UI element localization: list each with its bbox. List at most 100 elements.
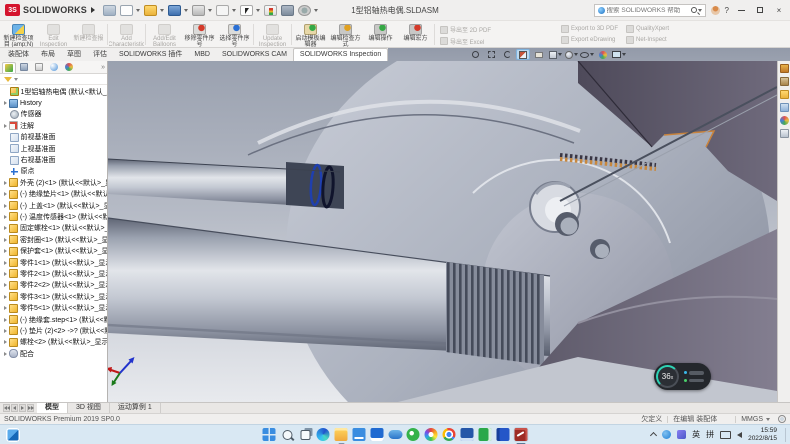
edit-inspection-method-button[interactable]: 编辑检查方式 — [328, 22, 363, 47]
tree-item-part[interactable]: 固定螺栓<1> (默认<<默认>_显示 — [0, 223, 107, 234]
app-green-icon[interactable] — [406, 427, 421, 442]
expand-arrow-icon[interactable] — [4, 261, 7, 265]
volume-icon[interactable] — [737, 432, 742, 438]
resources-home-icon[interactable] — [780, 64, 789, 73]
app-reader-icon[interactable] — [460, 427, 475, 442]
mail-icon[interactable] — [352, 427, 367, 442]
tree-item-part[interactable]: 零件2<1> (默认<<默认>_显示状 — [0, 268, 107, 279]
save-icon[interactable] — [168, 5, 181, 16]
tab-3d-views[interactable]: 3D 视图 — [68, 403, 110, 413]
home-icon[interactable] — [103, 5, 116, 16]
tree-item-origin[interactable]: 原点 — [0, 166, 107, 177]
widgets-icon[interactable] — [6, 428, 20, 442]
expand-arrow-icon[interactable] — [4, 181, 7, 185]
appearances-scenes-icon[interactable] — [780, 116, 789, 125]
new-doc-icon[interactable] — [120, 5, 133, 16]
edit-appearance-icon[interactable] — [596, 49, 610, 60]
tab-scroll-prev-icon[interactable] — [11, 404, 18, 412]
tab-mbd[interactable]: MBD — [188, 48, 216, 61]
launch-template-editor-button[interactable]: 启动模板编辑器 — [293, 22, 328, 47]
select-dropdown-icon[interactable] — [256, 9, 260, 12]
tab-property-manager[interactable] — [17, 62, 31, 73]
menu-flyout-arrow-icon[interactable] — [91, 7, 95, 13]
expand-arrow-icon[interactable] — [4, 352, 7, 356]
status-tag-icon[interactable] — [778, 415, 786, 423]
design-library-icon[interactable] — [780, 77, 789, 86]
qualityxpert-button[interactable]: QualityXpert — [626, 25, 669, 33]
tab-configuration-manager[interactable] — [32, 62, 46, 73]
edit-macro-button[interactable]: 编辑宏方 — [398, 22, 433, 47]
zoom-area-icon[interactable] — [484, 49, 498, 60]
options-dropdown-icon[interactable] — [314, 9, 318, 12]
edit-operation-button[interactable]: 编辑操作 — [363, 22, 398, 47]
undo-dropdown-icon[interactable] — [232, 9, 236, 12]
file-explorer-taskbar-icon[interactable] — [334, 427, 349, 442]
inspection-light-icon[interactable] — [264, 5, 277, 16]
restore-button[interactable] — [753, 4, 767, 16]
options-gear-icon[interactable] — [298, 5, 311, 16]
units-selector[interactable]: MMGS — [741, 416, 763, 423]
search-icon[interactable] — [691, 7, 697, 13]
expand-arrow-icon[interactable] — [4, 238, 7, 242]
display-style-icon[interactable] — [564, 49, 578, 60]
filter-dropdown-icon[interactable] — [14, 78, 18, 81]
tree-item-front-plane[interactable]: 前视基准面 — [0, 132, 107, 143]
tab-sketch[interactable]: 草图 — [61, 48, 87, 61]
tree-item-part[interactable]: 零件5<1> (默认<<默认>_显示状 — [0, 302, 107, 313]
tree-item-part[interactable]: 零件1<1> (默认<<默认>_显示状态 — [0, 257, 107, 268]
edge-icon[interactable] — [316, 427, 331, 442]
expand-arrow-icon[interactable] — [4, 249, 7, 253]
tree-item-top-plane[interactable]: 上视基准面 — [0, 143, 107, 154]
expand-arrow-icon[interactable] — [4, 329, 7, 333]
expand-arrow-icon[interactable] — [4, 318, 7, 322]
start-button[interactable] — [262, 427, 277, 442]
tray-expand-icon[interactable] — [650, 432, 657, 439]
store-icon[interactable] — [370, 427, 385, 442]
expand-arrow-icon[interactable] — [4, 340, 7, 344]
select-balloons-button[interactable]: 选择零件序号 — [217, 22, 252, 47]
tab-scroll-last-icon[interactable] — [27, 404, 34, 412]
tree-item-part[interactable]: 密封圈<1> (默认<<默认>_显示状 — [0, 234, 107, 245]
select-cursor-icon[interactable] — [240, 5, 253, 16]
display-tray-icon[interactable] — [720, 431, 731, 439]
new-doc-dropdown-icon[interactable] — [136, 9, 140, 12]
tree-item-part[interactable]: (-) 绝缘套.step<1> (默认<<默认 — [0, 314, 107, 325]
custom-properties-icon[interactable] — [780, 129, 789, 138]
dynamic-annotation-icon[interactable] — [532, 49, 546, 60]
tree-item-part[interactable]: (-) 垫片 (2)<2> ->? (默认<<默认 — [0, 325, 107, 336]
close-button[interactable]: × — [772, 4, 786, 16]
expand-arrow-icon[interactable] — [4, 101, 7, 105]
tab-assembly[interactable]: 装配体 — [2, 48, 35, 61]
open-icon[interactable] — [144, 5, 157, 16]
tab-model[interactable]: 模型 — [37, 403, 68, 413]
tab-scroll-next-icon[interactable] — [19, 404, 26, 412]
tab-dimxpert-manager[interactable] — [47, 62, 61, 73]
tab-evaluate[interactable]: 评估 — [87, 48, 113, 61]
show-desktop-button[interactable] — [785, 428, 786, 442]
tab-featuremanager-tree[interactable] — [2, 62, 16, 73]
login-user-icon[interactable] — [711, 6, 720, 15]
zoom-fit-icon[interactable] — [468, 49, 482, 60]
view-palette-icon[interactable] — [780, 103, 789, 112]
tree-item-annotations[interactable]: 注解 — [0, 120, 107, 131]
tree-item-part[interactable]: 外壳 (2)<1> (默认<<默认>_显示状 — [0, 177, 107, 188]
taskbar-search-icon[interactable] — [280, 427, 295, 442]
file-explorer-icon[interactable] — [780, 90, 789, 99]
expand-arrow-icon[interactable] — [4, 272, 7, 276]
remove-balloons-button[interactable]: 移除零件序号 — [182, 22, 217, 47]
tree-item-part[interactable]: (-) 温度传感器<1> (默认<<默认>_ — [0, 211, 107, 222]
add-edit-balloons-button[interactable]: Add/Edit Balloons — [147, 22, 182, 47]
tree-item-part[interactable]: 保护套<1> (默认<<默认>_显示状 — [0, 245, 107, 256]
view-settings-icon[interactable] — [612, 49, 626, 60]
tree-item-history[interactable]: History — [0, 97, 107, 108]
minimize-button[interactable] — [734, 4, 748, 16]
tab-display-manager[interactable] — [62, 62, 76, 73]
search-input[interactable] — [607, 7, 689, 14]
print-icon[interactable] — [192, 5, 205, 16]
app-word-icon[interactable] — [496, 427, 511, 442]
help-search-box[interactable] — [594, 4, 706, 17]
undo-icon[interactable] — [216, 5, 229, 16]
expand-arrow-icon[interactable] — [4, 283, 7, 287]
units-dropdown-icon[interactable] — [766, 418, 770, 421]
chrome-icon[interactable] — [442, 427, 457, 442]
